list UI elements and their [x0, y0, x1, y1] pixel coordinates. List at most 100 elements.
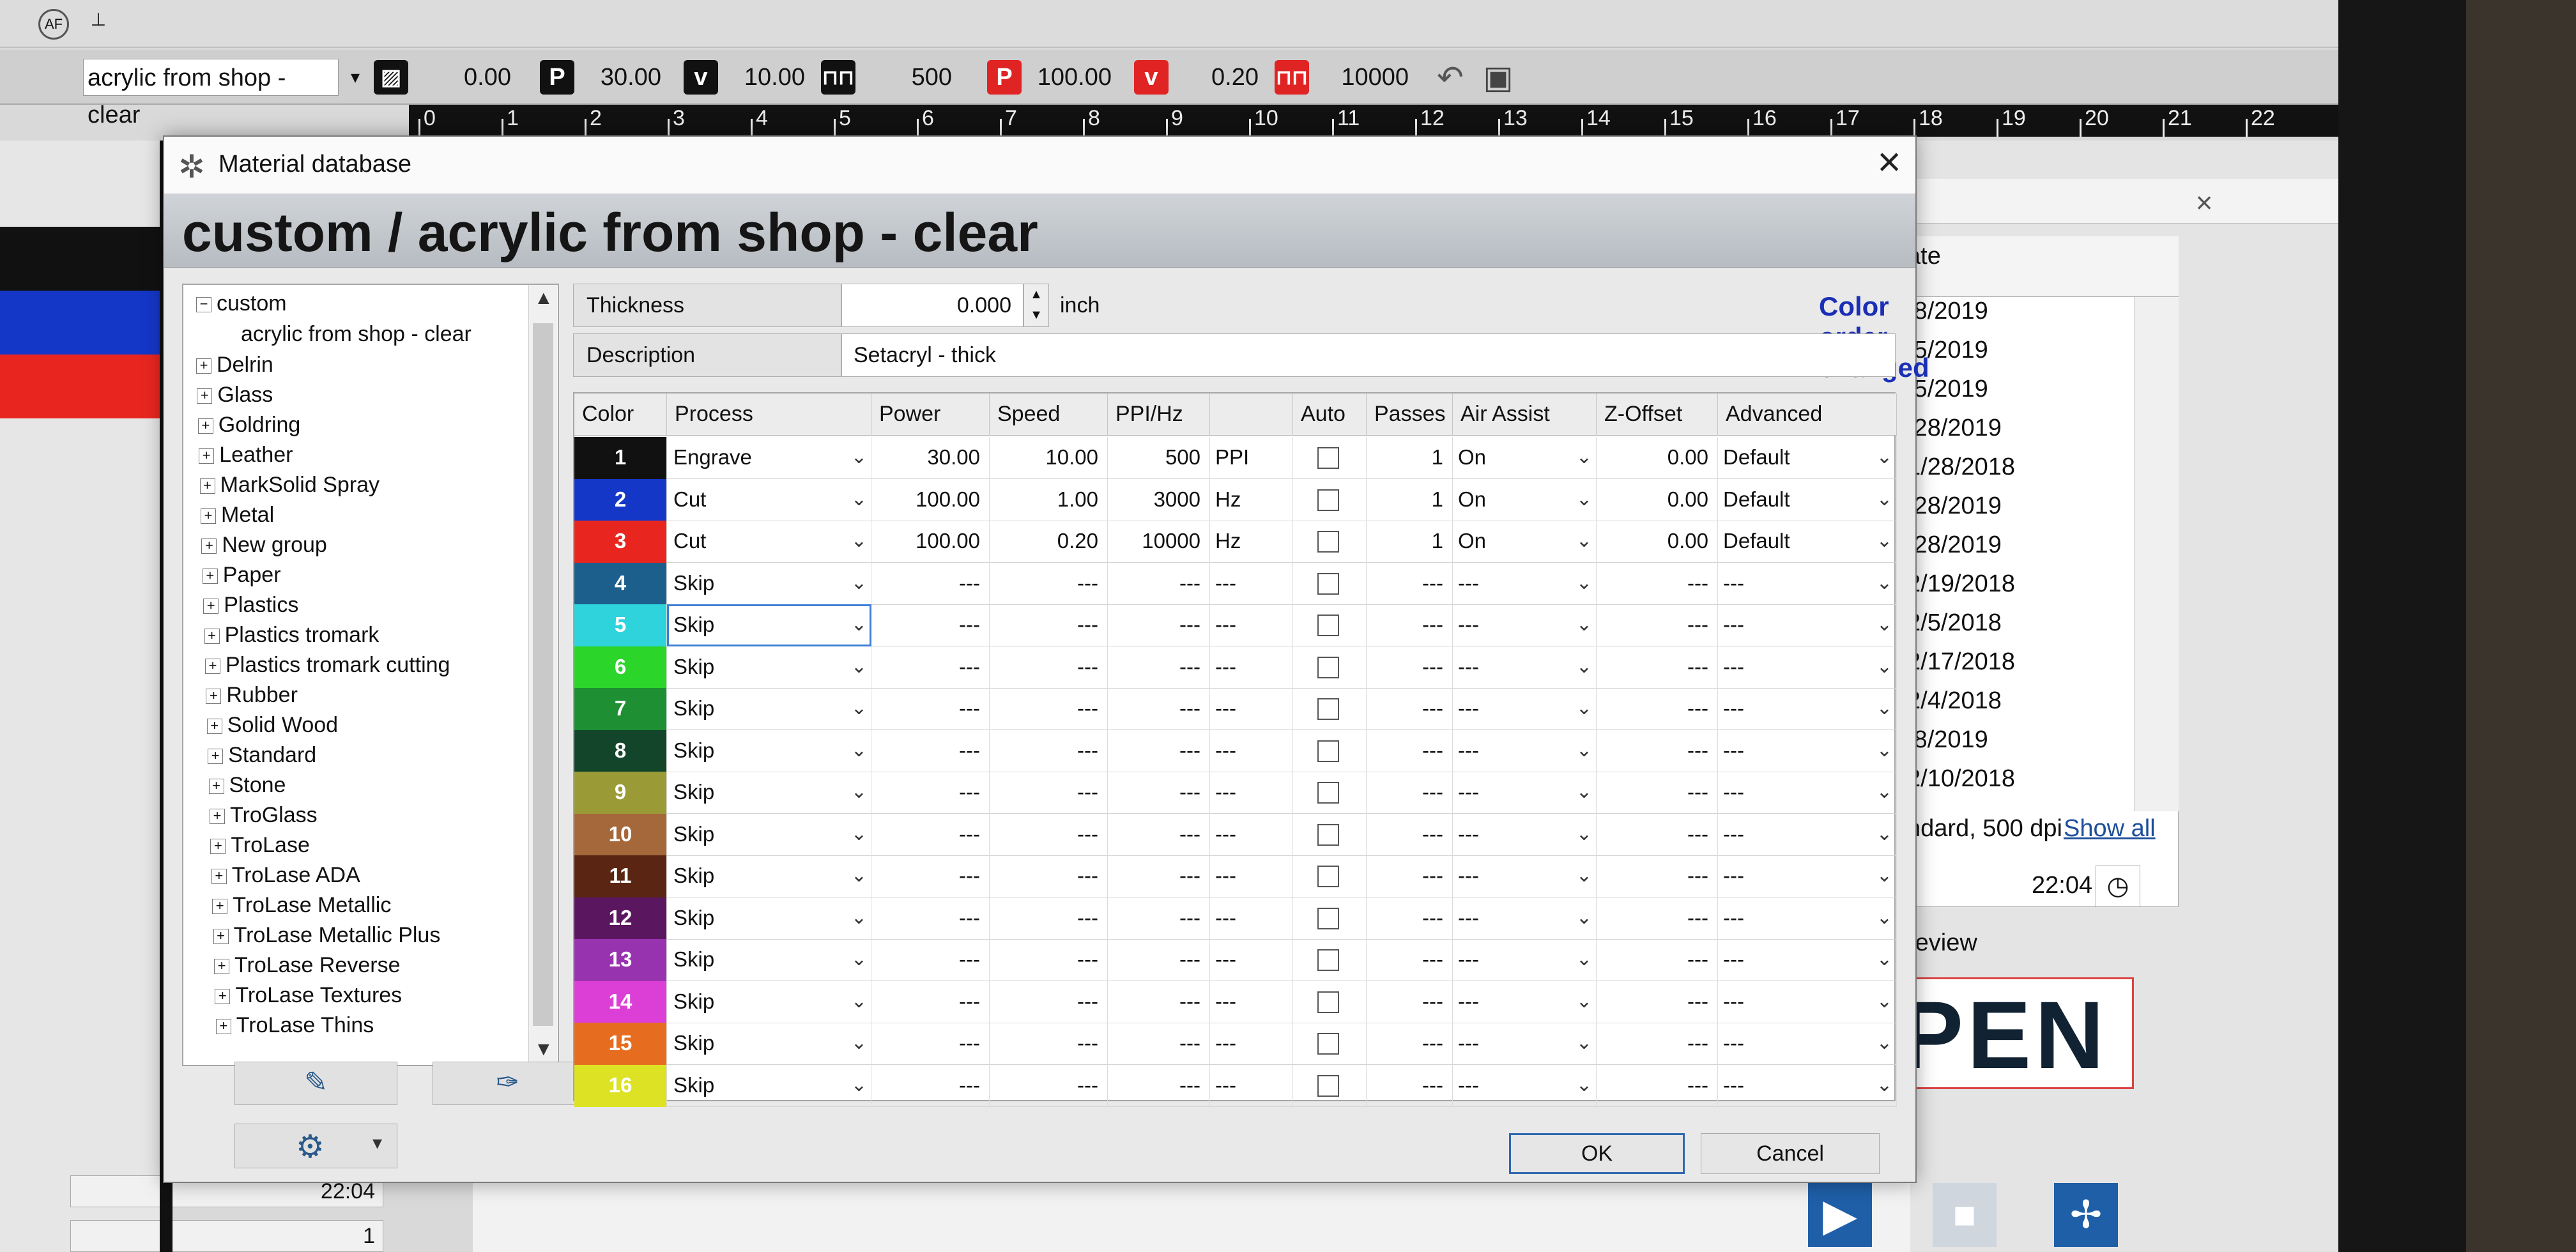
- speed-cell[interactable]: ---: [990, 772, 1108, 814]
- speed-cell[interactable]: ---: [990, 981, 1108, 1023]
- expand-icon[interactable]: +: [211, 869, 227, 885]
- advanced-select[interactable]: --- ⌄: [1718, 1064, 1897, 1107]
- process-select[interactable]: Skip ⌄: [667, 813, 871, 856]
- panel-close-icon[interactable]: ×: [2185, 185, 2223, 220]
- chevron-down-icon[interactable]: ⌄: [1576, 646, 1592, 687]
- frequency-cell[interactable]: 500: [1108, 437, 1210, 479]
- scroll-down-icon[interactable]: ▼: [534, 1039, 553, 1060]
- speed-cell[interactable]: ---: [990, 688, 1108, 730]
- frequency-cell[interactable]: ---: [1108, 1023, 1210, 1065]
- table-row[interactable]: 4 Skip ⌄ --- --- --- --- --- --- ⌄ --- --- ⌄: [574, 562, 1897, 605]
- expand-icon[interactable]: +: [199, 478, 215, 494]
- air-assist-select[interactable]: --- ⌄: [1453, 897, 1597, 940]
- expand-icon[interactable]: +: [210, 809, 225, 825]
- chevron-down-icon[interactable]: ⌄: [851, 1023, 867, 1064]
- hatch-value[interactable]: 0.00: [415, 59, 511, 96]
- passes-cell[interactable]: 1: [1367, 521, 1453, 563]
- close-icon[interactable]: ×: [1867, 138, 1912, 185]
- ok-button[interactable]: OK: [1509, 1133, 1685, 1174]
- advanced-select[interactable]: --- ⌄: [1718, 897, 1897, 940]
- tree-item[interactable]: + TroLase Metallic: [212, 893, 391, 918]
- power-cut-value[interactable]: 100.00: [1025, 59, 1112, 96]
- frequency-cell[interactable]: ---: [1108, 772, 1210, 814]
- speed-cell[interactable]: ---: [990, 604, 1108, 646]
- chevron-down-icon[interactable]: ⌄: [851, 563, 867, 604]
- table-row[interactable]: 16 Skip ⌄ --- --- --- --- --- --- ⌄ --- --- ⌄: [574, 1064, 1897, 1107]
- frequency-cut-value[interactable]: 10000: [1316, 59, 1409, 96]
- table-row[interactable]: 9 Skip ⌄ --- --- --- --- --- --- ⌄ --- --- ⌄: [574, 772, 1897, 814]
- tree-item[interactable]: + MarkSolid Spray: [199, 473, 379, 498]
- frequency-cell[interactable]: ---: [1108, 897, 1210, 940]
- z-offset-cell[interactable]: ---: [1597, 981, 1718, 1023]
- expand-icon[interactable]: +: [201, 538, 217, 554]
- passes-cell[interactable]: 1: [1367, 437, 1453, 479]
- power-cell[interactable]: 100.00: [871, 478, 990, 521]
- checkbox-icon[interactable]: [1317, 866, 1339, 887]
- chevron-down-icon[interactable]: ⌄: [1876, 688, 1892, 729]
- frequency-cell[interactable]: 10000: [1108, 521, 1210, 563]
- tree-item[interactable]: + Plastics: [203, 593, 298, 618]
- checkbox-icon[interactable]: [1317, 823, 1339, 846]
- column-header[interactable]: PPI/Hz: [1108, 393, 1210, 436]
- process-select[interactable]: Skip ⌄: [667, 646, 871, 689]
- table-row[interactable]: 13 Skip ⌄ --- --- --- --- --- --- ⌄ --- --- ⌄: [574, 939, 1897, 981]
- air-assist-select[interactable]: --- ⌄: [1453, 939, 1597, 981]
- checkbox-icon[interactable]: [1317, 782, 1339, 804]
- checkbox-icon[interactable]: [1317, 740, 1339, 762]
- passes-cell[interactable]: ---: [1367, 562, 1453, 605]
- auto-checkbox[interactable]: [1293, 646, 1367, 689]
- play-icon[interactable]: ▶: [1808, 1183, 1872, 1247]
- speed-cell[interactable]: ---: [990, 939, 1108, 981]
- chevron-down-icon[interactable]: ⌄: [851, 437, 867, 478]
- job-date[interactable]: /28/2019: [1907, 531, 2002, 559]
- checkbox-icon[interactable]: [1317, 531, 1339, 553]
- advanced-select[interactable]: --- ⌄: [1718, 855, 1897, 897]
- auto-checkbox[interactable]: [1293, 813, 1367, 856]
- z-offset-cell[interactable]: ---: [1597, 897, 1718, 940]
- material-select[interactable]: acrylic from shop - clear: [83, 59, 339, 128]
- chevron-down-icon[interactable]: ⌄: [1576, 437, 1592, 478]
- tree-scrollbar[interactable]: ▲ ▼: [528, 285, 557, 1065]
- advanced-select[interactable]: --- ⌄: [1718, 604, 1897, 646]
- advanced-select[interactable]: Default ⌄: [1718, 437, 1897, 479]
- show-all-link[interactable]: Show all: [2064, 815, 2156, 843]
- chevron-down-icon[interactable]: ⌄: [851, 939, 867, 980]
- z-offset-cell[interactable]: ---: [1597, 646, 1718, 689]
- tree-item[interactable]: + Rubber: [206, 683, 298, 708]
- expand-icon[interactable]: +: [203, 599, 219, 615]
- advanced-select[interactable]: --- ⌄: [1718, 939, 1897, 981]
- speed-cell[interactable]: ---: [990, 562, 1108, 605]
- frequency-value[interactable]: 500: [866, 59, 952, 96]
- speed-cell[interactable]: ---: [990, 1064, 1108, 1107]
- power-cell[interactable]: ---: [871, 813, 990, 856]
- passes-cell[interactable]: ---: [1367, 1064, 1453, 1107]
- tree-item[interactable]: + TroGlass: [210, 803, 318, 828]
- chevron-down-icon[interactable]: ⌄: [1876, 897, 1892, 938]
- chevron-down-icon[interactable]: ⌄: [1576, 1065, 1592, 1106]
- job-date[interactable]: 2/4/2018: [1907, 687, 2002, 715]
- checkbox-icon[interactable]: [1317, 907, 1339, 929]
- z-offset-cell[interactable]: ---: [1597, 813, 1718, 856]
- job-list-scrollbar[interactable]: [2134, 297, 2179, 811]
- tree-item[interactable]: + Glass: [197, 383, 273, 408]
- process-select[interactable]: Skip ⌄: [667, 562, 871, 605]
- chevron-down-icon[interactable]: ⌄: [851, 814, 867, 855]
- speed-cell[interactable]: ---: [990, 729, 1108, 772]
- table-row[interactable]: 3 Cut ⌄ 100.00 0.20 10000 Hz 1 On ⌄ 0.00 Default ⌄: [574, 521, 1897, 563]
- chevron-down-icon[interactable]: ⌄: [1576, 939, 1592, 980]
- process-select[interactable]: Skip ⌄: [667, 1023, 871, 1065]
- power-cell[interactable]: ---: [871, 981, 990, 1023]
- chevron-down-icon[interactable]: ⌄: [1876, 563, 1892, 604]
- expand-icon[interactable]: +: [214, 959, 229, 975]
- advanced-select[interactable]: --- ⌄: [1718, 1023, 1897, 1065]
- air-assist-select[interactable]: --- ⌄: [1453, 772, 1597, 814]
- collapse-icon[interactable]: −: [196, 297, 211, 313]
- frequency-cell[interactable]: 3000: [1108, 478, 1210, 521]
- chevron-down-icon[interactable]: ⌄: [1576, 897, 1592, 938]
- velocity-cut-value[interactable]: 0.20: [1172, 59, 1259, 96]
- job-date[interactable]: /28/2019: [1907, 492, 2002, 520]
- chevron-down-icon[interactable]: ⌄: [851, 772, 867, 813]
- chevron-down-icon[interactable]: ⌄: [1876, 521, 1892, 561]
- power-cell[interactable]: ---: [871, 897, 990, 940]
- expand-icon[interactable]: +: [205, 659, 220, 675]
